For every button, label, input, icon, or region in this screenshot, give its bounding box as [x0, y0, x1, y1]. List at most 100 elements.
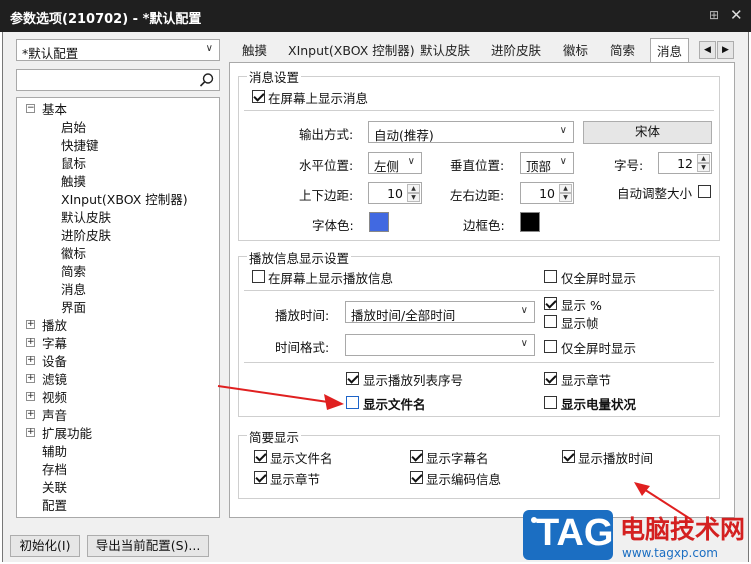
- tab-scroll-right-icon[interactable]: ▶: [717, 41, 734, 59]
- tree-item-advanced-skin[interactable]: 进阶皮肤: [61, 225, 111, 244]
- play-time-value: 播放时间/全部时间: [351, 308, 456, 323]
- autosize-label: 自动调整大小: [617, 186, 693, 201]
- tab-brief[interactable]: 简索: [610, 40, 635, 62]
- stepper-down-icon[interactable]: ▼: [559, 193, 572, 202]
- font-button[interactable]: 宋体: [583, 121, 712, 144]
- tab-touch[interactable]: 触摸: [242, 40, 267, 62]
- tab-logo[interactable]: 徽标: [563, 40, 588, 62]
- checkbox-label: 仅全屏时显示: [561, 271, 637, 286]
- tree-item-archive[interactable]: 存档: [42, 459, 67, 478]
- tree-item-brief[interactable]: 简索: [61, 261, 86, 280]
- expand-icon[interactable]: +: [26, 374, 35, 383]
- hpos-select[interactable]: 左侧 ∨: [368, 152, 422, 174]
- group-title: 简要显示: [247, 427, 302, 446]
- search-box: [16, 69, 220, 91]
- expand-icon[interactable]: +: [26, 356, 35, 365]
- brief-subtitle-checkbox[interactable]: [410, 450, 423, 463]
- fullscreen-only-checkbox-2[interactable]: [544, 340, 557, 353]
- hmargin-stepper[interactable]: 10 ▲ ▼: [520, 182, 574, 204]
- tree-item-start[interactable]: 启始: [61, 117, 86, 136]
- tree-item-playback[interactable]: 播放: [42, 315, 67, 334]
- tree-item-assist[interactable]: 辅助: [42, 441, 67, 460]
- export-config-button[interactable]: 导出当前配置(S)...: [87, 535, 209, 557]
- tab-xinput[interactable]: XInput(XBOX 控制器): [288, 40, 415, 62]
- divider: [244, 110, 714, 111]
- expand-icon[interactable]: +: [26, 410, 35, 419]
- field-label: 输出方式:: [299, 127, 354, 142]
- watermark-logo: TAG 电脑技术网 www.tagxp.com: [522, 506, 748, 564]
- brief-chapter-checkbox[interactable]: [254, 471, 267, 484]
- tab-advanced-skin[interactable]: 进阶皮肤: [491, 40, 541, 62]
- tree-item-device[interactable]: 设备: [42, 351, 67, 370]
- tree-item-basic[interactable]: 基本: [42, 99, 67, 118]
- tree-item-hotkeys[interactable]: 快捷键: [61, 135, 99, 154]
- show-chapter-checkbox[interactable]: [544, 372, 557, 385]
- tab-default-skin[interactable]: 默认皮肤: [420, 40, 470, 62]
- search-input[interactable]: [19, 72, 194, 88]
- show-battery-checkbox[interactable]: [544, 396, 557, 409]
- stepper-up-icon[interactable]: ▲: [697, 154, 710, 163]
- tree-item-default-skin[interactable]: 默认皮肤: [61, 207, 111, 226]
- pin-icon[interactable]: ⊞: [709, 8, 719, 22]
- tree-item-subtitle[interactable]: 字幕: [42, 333, 67, 352]
- expand-icon[interactable]: +: [26, 428, 35, 437]
- tree-item-audio[interactable]: 声音: [42, 405, 67, 424]
- checkbox-label: 在屏幕上显示消息: [268, 91, 369, 106]
- brief-codec-checkbox[interactable]: [410, 471, 423, 484]
- tree-item-config[interactable]: 配置: [42, 495, 67, 514]
- expand-icon[interactable]: +: [26, 392, 35, 401]
- show-percent-checkbox[interactable]: [544, 297, 557, 310]
- collapse-icon[interactable]: −: [26, 104, 35, 113]
- show-play-info-checkbox[interactable]: [252, 270, 265, 283]
- time-format-select[interactable]: ∨: [345, 334, 535, 356]
- close-icon[interactable]: ✕: [730, 6, 743, 24]
- field-label: 左右边距:: [450, 188, 505, 203]
- tree-item-message[interactable]: 消息: [61, 279, 86, 298]
- output-mode-select[interactable]: 自动(推荐) ∨: [368, 121, 574, 143]
- tree-item-filter[interactable]: 滤镜: [42, 369, 67, 388]
- tab-message[interactable]: 消息: [650, 38, 690, 63]
- init-button[interactable]: 初始化(I): [10, 535, 80, 557]
- checkbox-label: 显示帧: [561, 316, 599, 331]
- play-time-select[interactable]: 播放时间/全部时间 ∨: [345, 301, 535, 323]
- font-size-stepper[interactable]: 12 ▲ ▼: [658, 152, 712, 174]
- brief-play-time-checkbox[interactable]: [562, 450, 575, 463]
- brief-filename-checkbox[interactable]: [254, 450, 267, 463]
- tree-item-interface[interactable]: 界面: [61, 297, 86, 316]
- chevron-down-icon: ∨: [559, 125, 567, 136]
- stepper-down-icon[interactable]: ▼: [697, 163, 710, 172]
- site-url: www.tagxp.com: [622, 546, 718, 560]
- stepper-down-icon[interactable]: ▼: [407, 193, 420, 202]
- show-message-checkbox[interactable]: [252, 90, 265, 103]
- show-playlist-index-checkbox[interactable]: [346, 372, 359, 385]
- vmargin-stepper[interactable]: 10 ▲ ▼: [368, 182, 422, 204]
- chevron-down-icon: ∨: [520, 338, 528, 349]
- show-frame-checkbox[interactable]: [544, 315, 557, 328]
- group-title: 播放信息显示设置: [247, 248, 352, 267]
- tree-item-association[interactable]: 关联: [42, 477, 67, 496]
- tree-item-mouse[interactable]: 鼠标: [61, 153, 86, 172]
- font-color-swatch[interactable]: [369, 212, 389, 232]
- vpos-select[interactable]: 顶部 ∨: [520, 152, 574, 174]
- checkbox-label: 在屏幕上显示播放信息: [268, 271, 394, 286]
- expand-icon[interactable]: +: [26, 320, 35, 329]
- tree-item-logo[interactable]: 徽标: [61, 243, 86, 262]
- border-color-swatch[interactable]: [520, 212, 540, 232]
- stepper-up-icon[interactable]: ▲: [407, 184, 420, 193]
- tab-scroll-left-icon[interactable]: ◀: [699, 41, 716, 59]
- checkbox-label: 仅全屏时显示: [561, 341, 637, 356]
- preset-select[interactable]: *默认配置 ∨: [16, 39, 220, 61]
- tree-item-xinput[interactable]: XInput(XBOX 控制器): [61, 189, 188, 208]
- show-filename-checkbox[interactable]: [346, 396, 359, 409]
- autosize-checkbox[interactable]: [698, 185, 711, 198]
- tree-item-touch[interactable]: 触摸: [61, 171, 86, 190]
- output-mode-value: 自动(推荐): [374, 128, 434, 143]
- vmargin-value: 10: [387, 186, 403, 201]
- expand-icon[interactable]: +: [26, 338, 35, 347]
- fullscreen-only-checkbox[interactable]: [544, 270, 557, 283]
- settings-tree[interactable]: − 基本 启始 快捷键 鼠标 触摸 XInput(XBOX 控制器) 默认皮肤 …: [16, 97, 220, 518]
- stepper-up-icon[interactable]: ▲: [559, 184, 572, 193]
- tree-item-extensions[interactable]: 扩展功能: [42, 423, 92, 442]
- tree-item-video[interactable]: 视频: [42, 387, 67, 406]
- search-icon[interactable]: [199, 72, 215, 88]
